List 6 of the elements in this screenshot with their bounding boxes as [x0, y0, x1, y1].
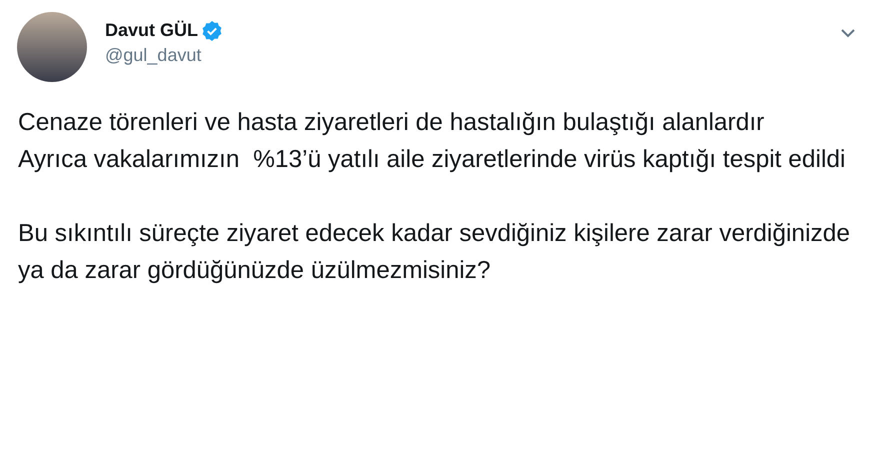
tweet-text: Ayrıca vakalarımızın %13’ü yatılı aile ziyaretlerinde virüs kaptığı tespit edildi — [18, 145, 846, 175]
author-handle[interactable]: @gul_davut — [105, 45, 202, 66]
tweet-text: Bu sıkıntılı süreçte ziyaret edecek kadar sevdiğiniz kişilere zarar verdiğinizde ya da zarar gördüğünüzde üzülmezmisiniz? — [18, 219, 852, 286]
caret-icon[interactable] — [840, 28, 856, 38]
author-name[interactable]: Davut GÜL — [105, 20, 198, 41]
tweet-text: Cenaze törenleri ve hasta ziyaretleri de hastalığın bulaştığı alanlardır — [18, 108, 766, 138]
